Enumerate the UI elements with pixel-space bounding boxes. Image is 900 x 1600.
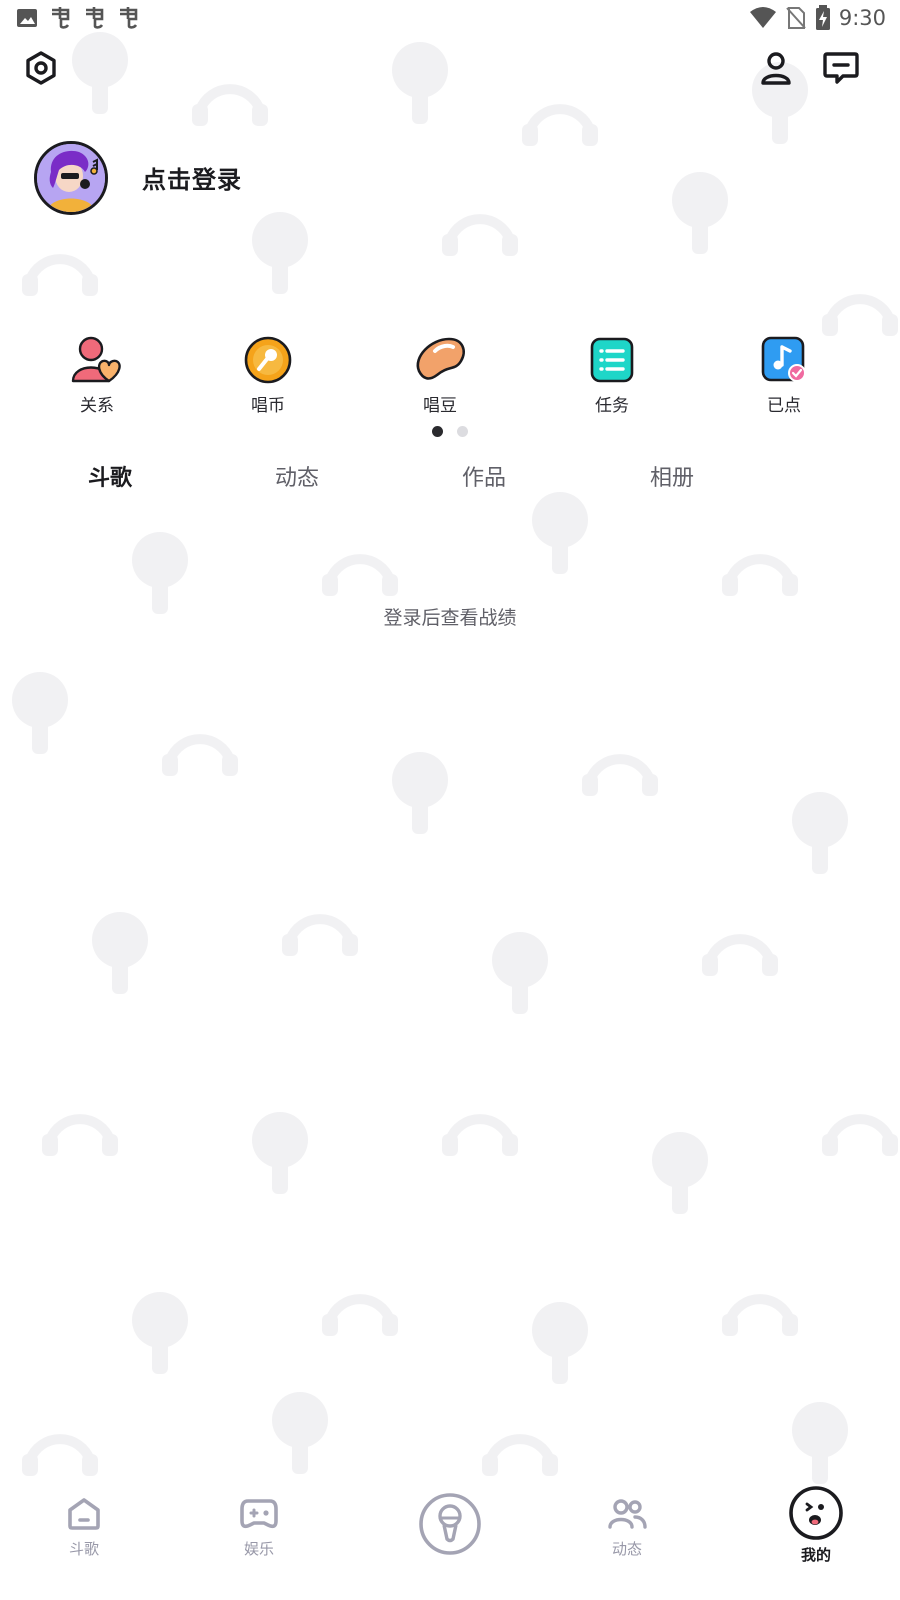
nav-label: 娱乐 bbox=[243, 1540, 274, 1558]
task-icon bbox=[585, 333, 639, 387]
settings-button[interactable] bbox=[19, 46, 63, 90]
pager-dot-active[interactable] bbox=[432, 426, 443, 437]
quick-action-label: 任务 bbox=[595, 396, 629, 416]
message-icon bbox=[823, 52, 859, 84]
tab-album[interactable]: 相册 bbox=[612, 460, 732, 492]
avatar-illustration bbox=[37, 144, 105, 212]
bug-icon bbox=[86, 7, 104, 29]
status-bar: 9:30 bbox=[0, 0, 900, 36]
nav-item-me[interactable]: 我的 bbox=[756, 1484, 876, 1565]
battery-charging-icon bbox=[815, 5, 830, 30]
background-pattern bbox=[12, 32, 900, 1484]
quick-action-requested-songs[interactable]: 已点 bbox=[739, 333, 829, 416]
relationship-icon bbox=[70, 333, 124, 387]
bean-icon bbox=[413, 333, 467, 387]
bug-icon bbox=[52, 7, 70, 29]
bottom-navigation: 斗歌 娱乐 动态 我的 bbox=[0, 1480, 900, 1600]
gamepad-icon bbox=[229, 1492, 289, 1536]
quick-action-relationship[interactable]: 关系 bbox=[52, 333, 142, 416]
messages-button[interactable] bbox=[819, 46, 863, 90]
nav-item-sing[interactable] bbox=[390, 1492, 510, 1556]
settings-icon bbox=[26, 51, 56, 85]
pager-dot[interactable] bbox=[457, 426, 468, 437]
status-bar-left bbox=[16, 6, 140, 30]
quick-action-label: 已点 bbox=[767, 396, 801, 416]
status-time: 9:30 bbox=[838, 6, 886, 30]
coin-icon bbox=[241, 333, 295, 387]
tab-battles[interactable]: 斗歌 bbox=[50, 460, 170, 492]
quick-action-tasks[interactable]: 任务 bbox=[567, 333, 657, 416]
music-note-icon bbox=[757, 333, 811, 387]
quick-action-label: 唱币 bbox=[251, 396, 285, 416]
login-prompt[interactable]: 点击登录 bbox=[142, 160, 242, 195]
people-icon bbox=[597, 1492, 657, 1536]
nav-label: 我的 bbox=[800, 1546, 831, 1564]
home-icon bbox=[54, 1492, 114, 1536]
pager-dots bbox=[0, 426, 900, 437]
user-icon bbox=[761, 52, 791, 85]
avatar[interactable] bbox=[34, 141, 108, 215]
nav-label: 动态 bbox=[611, 1540, 642, 1558]
nav-item-entertainment[interactable]: 娱乐 bbox=[199, 1492, 319, 1559]
quick-action-beans[interactable]: 唱豆 bbox=[395, 333, 485, 416]
nav-item-battles[interactable]: 斗歌 bbox=[24, 1492, 144, 1559]
nav-label: 斗歌 bbox=[68, 1540, 99, 1558]
image-icon bbox=[17, 9, 37, 27]
profile-button[interactable] bbox=[754, 46, 798, 90]
tab-feed[interactable]: 动态 bbox=[237, 460, 357, 492]
quick-action-label: 唱豆 bbox=[423, 396, 457, 416]
wifi-icon bbox=[749, 7, 776, 28]
quick-action-label: 关系 bbox=[80, 396, 114, 416]
quick-action-coins[interactable]: 唱币 bbox=[223, 333, 313, 416]
bug-icon bbox=[120, 7, 138, 29]
tab-works[interactable]: 作品 bbox=[424, 460, 544, 492]
status-bar-right: 9:30 bbox=[749, 5, 886, 31]
face-icon bbox=[786, 1484, 846, 1542]
microphone-icon bbox=[418, 1492, 482, 1556]
no-sim-icon bbox=[786, 7, 806, 29]
empty-state-message: 登录后查看战绩 bbox=[383, 607, 517, 629]
nav-item-feed[interactable]: 动态 bbox=[567, 1492, 687, 1559]
